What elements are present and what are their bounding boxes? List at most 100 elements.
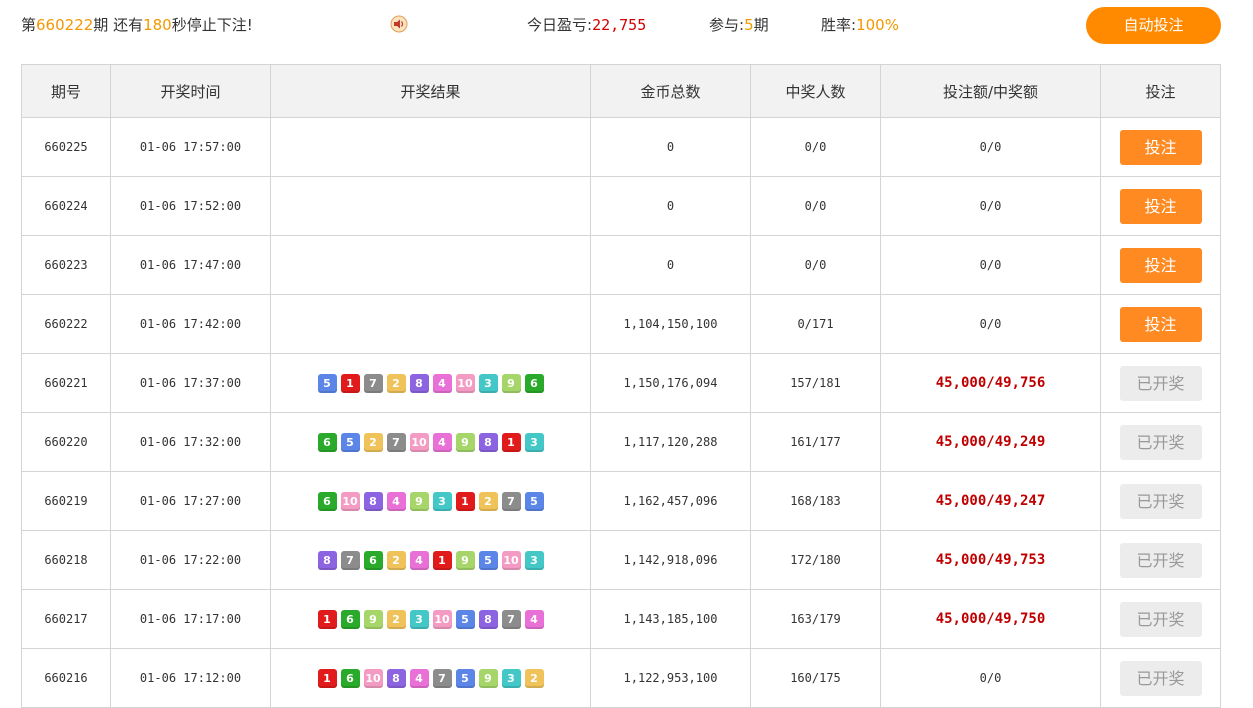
- today-profit-value: 22,755: [592, 16, 647, 34]
- action-cell: 已开奖: [1100, 589, 1221, 649]
- draw-time-cell: 01-06 17:47:00: [110, 235, 271, 295]
- winner-count-cell: 0/0: [750, 117, 881, 177]
- result-ball: 4: [386, 491, 406, 511]
- result-ball: 1: [317, 668, 337, 688]
- table-row: 660223 01-06 17:47:00 0 0/0 0/0 投注: [21, 235, 1221, 295]
- result-ball: 1: [501, 432, 521, 452]
- period-cell: 660218: [21, 530, 111, 590]
- action-cell: 投注: [1100, 117, 1221, 177]
- action-cell: 已开奖: [1100, 471, 1221, 531]
- period-prefix: 第: [21, 16, 37, 34]
- result-ball: 7: [501, 609, 521, 629]
- result-ball: 5: [317, 373, 337, 393]
- result-ball: 9: [409, 491, 429, 511]
- draw-time-cell: 01-06 17:27:00: [110, 471, 271, 531]
- drawn-button[interactable]: 已开奖: [1119, 483, 1202, 519]
- auto-bet-button[interactable]: 自动投注: [1086, 7, 1221, 44]
- winner-count-cell: 157/181: [750, 353, 881, 413]
- bet-button[interactable]: 投注: [1119, 247, 1202, 283]
- result-ball: 4: [409, 668, 429, 688]
- winrate-label: 胜率:: [821, 16, 857, 34]
- draw-time-cell: 01-06 17:12:00: [110, 648, 271, 708]
- result-ball: 6: [340, 609, 360, 629]
- header-winner-count: 中奖人数: [750, 64, 881, 118]
- winner-count-cell: 168/183: [750, 471, 881, 531]
- winner-count-cell: 160/175: [750, 648, 881, 708]
- coin-total-cell: 1,122,953,100: [590, 648, 751, 708]
- result-balls: 5 1 7 2 8 4 10 3 9 6: [317, 373, 544, 393]
- header-draw-result: 开奖结果: [270, 64, 591, 118]
- result-ball: 5: [524, 491, 544, 511]
- draw-result-cell: [270, 294, 591, 354]
- winner-count-cell: 0/171: [750, 294, 881, 354]
- result-ball: 3: [432, 491, 452, 511]
- drawn-button[interactable]: 已开奖: [1119, 365, 1202, 401]
- result-ball: 8: [363, 491, 383, 511]
- bet-win-amount-cell: 0/0: [880, 176, 1101, 236]
- result-ball: 8: [478, 609, 498, 629]
- coin-total-cell: 0: [590, 117, 751, 177]
- result-ball: 8: [478, 432, 498, 452]
- result-ball: 10: [501, 550, 521, 570]
- action-cell: 投注: [1100, 176, 1221, 236]
- result-ball: 8: [409, 373, 429, 393]
- draw-result-cell: 5 1 7 2 8 4 10 3 9 6: [270, 353, 591, 413]
- result-ball: 2: [524, 668, 544, 688]
- draw-result-cell: 6 5 2 7 10 4 9 8 1 3: [270, 412, 591, 472]
- result-ball: 10: [340, 491, 360, 511]
- draw-result-cell: 1 6 9 2 3 10 5 8 7 4: [270, 589, 591, 649]
- header-draw-time: 开奖时间: [110, 64, 271, 118]
- result-ball: 1: [317, 609, 337, 629]
- result-ball: 4: [432, 373, 452, 393]
- table-row: 660220 01-06 17:32:00 6 5 2 7 10 4 9 8 1 3 1,117,120…: [21, 412, 1221, 472]
- countdown-prefix: 还有: [113, 16, 144, 34]
- result-ball: 10: [363, 668, 383, 688]
- bet-button[interactable]: 投注: [1119, 129, 1202, 165]
- result-ball: 6: [524, 373, 544, 393]
- table-row: 660221 01-06 17:37:00 5 1 7 2 8 4 10 3 9 6 1,150,176…: [21, 353, 1221, 413]
- draw-time-cell: 01-06 17:22:00: [110, 530, 271, 590]
- draw-time-cell: 01-06 17:17:00: [110, 589, 271, 649]
- draw-time-cell: 01-06 17:52:00: [110, 176, 271, 236]
- drawn-button[interactable]: 已开奖: [1119, 660, 1202, 696]
- drawn-button[interactable]: 已开奖: [1119, 542, 1202, 578]
- table-row: 660218 01-06 17:22:00 8 7 6 2 4 1 9 5 10 3 1,142,918…: [21, 530, 1221, 590]
- table-row: 660216 01-06 17:12:00 1 6 10 8 4 7 5 9 3 2 1,122,953…: [21, 648, 1221, 708]
- speaker-icon[interactable]: [390, 15, 408, 33]
- draw-time-cell: 01-06 17:32:00: [110, 412, 271, 472]
- coin-total-cell: 0: [590, 235, 751, 295]
- result-ball: 4: [432, 432, 452, 452]
- result-ball: 2: [386, 373, 406, 393]
- drawn-button[interactable]: 已开奖: [1119, 424, 1202, 460]
- result-balls: 8 7 6 2 4 1 9 5 10 3: [317, 550, 544, 570]
- result-ball: 9: [455, 432, 475, 452]
- result-ball: 2: [363, 432, 383, 452]
- result-ball: 5: [340, 432, 360, 452]
- table-row: 660219 01-06 17:27:00 6 10 8 4 9 3 1 2 7 5 1,162,457…: [21, 471, 1221, 531]
- action-cell: 已开奖: [1100, 412, 1221, 472]
- bet-button[interactable]: 投注: [1119, 188, 1202, 224]
- result-ball: 9: [501, 373, 521, 393]
- winner-count-cell: 0/0: [750, 235, 881, 295]
- winner-count-cell: 163/179: [750, 589, 881, 649]
- bet-win-amount-cell: 45,000/49,756: [880, 353, 1101, 413]
- result-ball: 7: [340, 550, 360, 570]
- result-ball: 9: [455, 550, 475, 570]
- period-cell: 660224: [21, 176, 111, 236]
- draw-result-cell: 8 7 6 2 4 1 9 5 10 3: [270, 530, 591, 590]
- bet-win-amount-cell: 0/0: [880, 117, 1101, 177]
- draw-result-cell: [270, 235, 591, 295]
- result-ball: 9: [478, 668, 498, 688]
- participate-suffix: 期: [753, 16, 769, 34]
- bet-button[interactable]: 投注: [1119, 306, 1202, 342]
- drawn-button[interactable]: 已开奖: [1119, 601, 1202, 637]
- bet-win-amount-cell: 45,000/49,750: [880, 589, 1101, 649]
- result-ball: 6: [317, 491, 337, 511]
- period-suffix: 期: [93, 16, 109, 34]
- result-balls: 6 5 2 7 10 4 9 8 1 3: [317, 432, 544, 452]
- action-cell: 已开奖: [1100, 530, 1221, 590]
- result-ball: 1: [432, 550, 452, 570]
- today-profit: 今日盈亏:22,755: [527, 14, 646, 36]
- table-row: 660224 01-06 17:52:00 0 0/0 0/0 投注: [21, 176, 1221, 236]
- bet-win-amount-cell: 0/0: [880, 294, 1101, 354]
